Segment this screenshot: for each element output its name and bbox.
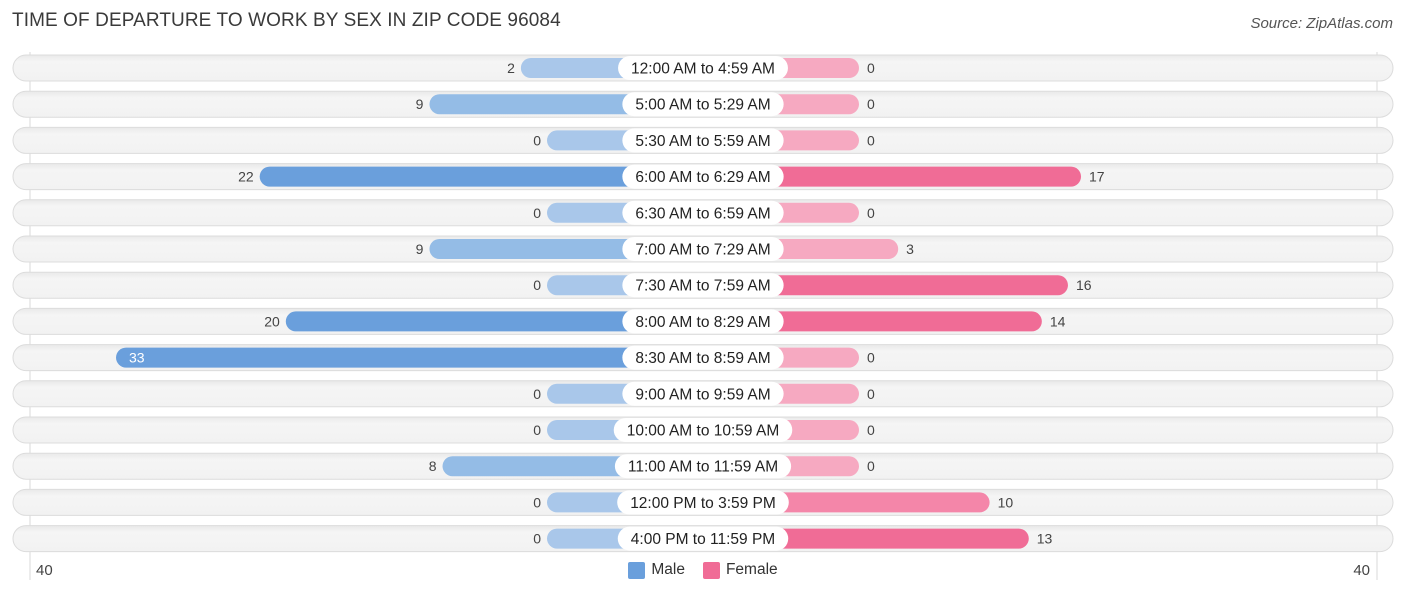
chart-canvas: 12:00 AM to 4:59 AM2 05:00 AM to 5:29 AM9…: [12, 52, 1394, 580]
value-label-male: 33: [129, 350, 145, 366]
category-label: 6:00 AM to 6:29 AM: [635, 169, 770, 186]
category-label: 12:00 AM to 4:59 AM: [631, 61, 775, 78]
value-label-male: 0: [533, 132, 541, 148]
value-label-female: 16: [1076, 277, 1092, 293]
value-label-male: 0: [533, 386, 541, 402]
value-label-male: 22: [238, 169, 254, 185]
value-label-female: 3: [906, 241, 914, 257]
value-label-female: 0: [867, 96, 875, 112]
legend-label-male: Male: [651, 561, 685, 578]
value-label-male: 0: [533, 277, 541, 293]
category-label: 4:00 PM to 11:59 PM: [631, 531, 775, 548]
category-label: 7:00 AM to 7:29 AM: [635, 242, 770, 259]
category-label: 5:30 AM to 5:59 AM: [635, 133, 770, 150]
value-label-male: 0: [533, 422, 541, 438]
value-label-female: 14: [1050, 313, 1066, 329]
legend-item-male[interactable]: Male: [628, 561, 685, 579]
value-label-male: 9: [416, 241, 424, 257]
value-label-female: 0: [867, 458, 875, 474]
category-label: 12:00 PM to 3:59 PM: [630, 495, 776, 512]
category-label: 5:00 AM to 5:29 AM: [635, 97, 770, 114]
value-label-male: 9: [416, 96, 424, 112]
value-label-female: 0: [867, 205, 875, 221]
legend-swatch-male: [628, 561, 646, 579]
value-label-female: 13: [1037, 531, 1053, 547]
category-label: 7:30 AM to 7:59 AM: [635, 278, 770, 295]
legend-swatch-female: [702, 561, 720, 579]
category-label: 8:00 AM to 8:29 AM: [635, 314, 770, 331]
category-label: 6:30 AM to 6:59 AM: [635, 205, 770, 222]
category-label: 11:00 AM to 11:59 AM: [628, 459, 778, 476]
category-label: 8:30 AM to 8:59 AM: [635, 350, 770, 367]
value-label-female: 17: [1089, 169, 1105, 185]
value-label-female: 0: [867, 350, 875, 366]
value-label-male: 8: [429, 458, 437, 474]
value-label-female: 10: [998, 494, 1014, 510]
legend: Male Female: [0, 561, 1406, 579]
value-label-male: 0: [533, 494, 541, 510]
bar-male: [116, 347, 703, 368]
value-label-female: 0: [867, 60, 875, 76]
value-label-male: 2: [507, 60, 515, 76]
category-label: 10:00 AM to 10:59 AM: [627, 423, 780, 440]
legend-item-female[interactable]: Female: [702, 561, 778, 579]
value-label-female: 0: [867, 422, 875, 438]
value-label-male: 20: [264, 313, 280, 329]
value-label-male: 0: [533, 205, 541, 221]
value-label-female: 0: [867, 132, 875, 148]
value-label-male: 0: [533, 531, 541, 547]
value-label-female: 0: [867, 386, 875, 402]
category-label: 9:00 AM to 9:59 AM: [635, 386, 770, 403]
legend-label-female: Female: [725, 561, 778, 578]
